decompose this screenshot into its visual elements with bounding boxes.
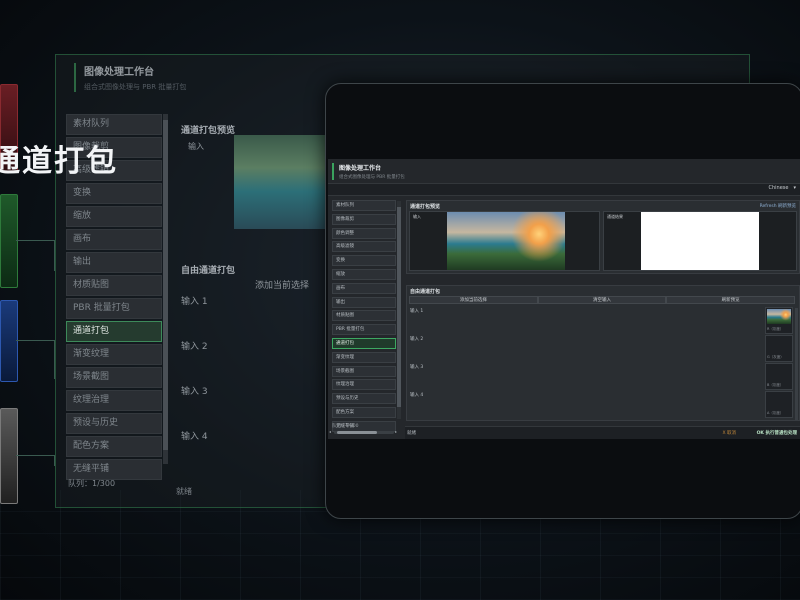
run-button[interactable]: OK 执行普通包处理 (757, 430, 797, 436)
input-3-slot[interactable]: B（灰度） (765, 363, 793, 390)
input-pane-label: 输入 (413, 214, 421, 219)
background-sidebar-item: 配色方案 (66, 436, 162, 457)
background-input-label: 输入 (188, 142, 204, 151)
refresh-button[interactable]: 刷新预览 (666, 296, 796, 304)
background-sidebar-item: 通道打包 (66, 321, 162, 342)
background-preview-image (234, 135, 328, 229)
background-preview-title: 通道打包预览 (181, 126, 236, 136)
background-status: 就绪 (176, 487, 192, 496)
background-sidebar-item: 预设与历史 (66, 413, 162, 434)
app-title: 图像处理工作台 (339, 165, 382, 172)
sidebar-item[interactable]: 高级滤镜 (332, 241, 396, 253)
background-sidebar-item: 材质贴图 (66, 275, 162, 296)
app-header: 图像处理工作台 组合式图像处理与 PBR 批量打包 (332, 163, 405, 180)
background-sidebar-item: 无缝平铺 (66, 459, 162, 480)
background-sidebar-item: 画布 (66, 229, 162, 250)
background-sidebar-item: 素材队列 (66, 114, 162, 135)
sidebar-item[interactable]: 纹理治理 (332, 379, 396, 391)
background-sidebar-item: 缩放 (66, 206, 162, 227)
custom-pack-title: 自由通道打包 (410, 289, 441, 295)
background-sidebar-item: 纹理治理 (66, 390, 162, 411)
sidebar-item[interactable]: 场景截图 (332, 365, 396, 377)
sidebar-item[interactable]: 图像裁剪 (332, 213, 396, 225)
sidebar-item[interactable]: PBR 批量打包 (332, 324, 396, 336)
background-window-subtitle: 组合式图像处理与 PBR 批量打包 (84, 83, 187, 91)
input-2-label: 输入 2 (410, 337, 424, 342)
background-sidebar-scrollbar (163, 114, 168, 464)
input-4-caption: A（灰度） (767, 411, 784, 415)
connector-line (16, 340, 55, 379)
background-input-4: 输入 4 (181, 432, 208, 442)
app-window: 图像处理工作台 组合式图像处理与 PBR 批量打包 Chinese ▾ 素材队列图… (328, 159, 800, 439)
background-window-header: 图像处理工作台 组合式图像处理与 PBR 批量打包 (74, 63, 186, 92)
sidebar-item[interactable]: 素材队列 (332, 200, 396, 211)
app-subtitle: 组合式图像处理与 PBR 批量打包 (339, 175, 405, 180)
connector-line (16, 240, 55, 271)
input-preview-image (447, 212, 565, 270)
language-bar: Chinese ▾ (328, 183, 800, 196)
background-input-2: 输入 2 (181, 342, 208, 352)
status-bar: 就绪 X 取消 OK 执行普通包处理 (405, 426, 800, 439)
sidebar-item[interactable]: 变换 (332, 255, 396, 267)
input-1-caption: R（灰度） (767, 327, 784, 331)
custom-pack-toolbar: 添加当前选择 清空输入 刷新预览 (409, 296, 796, 304)
background-input-3: 输入 3 (181, 387, 208, 397)
input-1-label: 输入 1 (410, 309, 424, 314)
sidebar-item[interactable]: 输出 (332, 296, 396, 308)
background-sidebar-item: 场景截图 (66, 367, 162, 388)
background-custom-title: 自由通道打包 (181, 266, 236, 276)
background-sidebar-item: 变换 (66, 183, 162, 204)
background-sidebar-item: PBR 批量打包 (66, 298, 162, 319)
input-3-caption: B（灰度） (767, 383, 784, 387)
sidebar-item[interactable]: 材质贴图 (332, 310, 396, 322)
add-selection-button[interactable]: 添加当前选择 (409, 296, 538, 304)
inputs-scrollbar[interactable] (795, 308, 798, 420)
input-pane: 输入 (409, 211, 600, 271)
background-sidebar-item: 渐变纹理 (66, 344, 162, 365)
result-pane-label: 通道结果 (607, 214, 623, 219)
chevron-down-icon: ▾ (793, 185, 796, 191)
horizontal-scrollbar[interactable] (334, 431, 394, 434)
background-queue-label: 队列：1/300 (68, 479, 116, 488)
result-preview-image (641, 212, 759, 270)
input-2-caption: G（灰度） (767, 355, 784, 359)
status-text: 就绪 (407, 431, 416, 436)
preview-title: 通道打包预览 (410, 204, 441, 210)
sidebar-scrollbar[interactable] (397, 201, 401, 419)
preview-panel: 通道打包预览 Refresh 刷新预览 输入 通道结果 (406, 200, 800, 274)
result-pane: 通道结果 (603, 211, 797, 271)
background-sidebar-item: 输出 (66, 252, 162, 273)
cancel-button[interactable]: X 取消 (722, 430, 736, 436)
refresh-preview-button[interactable]: Refresh 刷新预览 (760, 203, 796, 209)
sidebar-item[interactable]: 画布 (332, 282, 396, 294)
sidebar-item[interactable]: 配色方案 (332, 406, 396, 418)
scroll-right-icon[interactable]: ▸ (395, 429, 397, 434)
input-1-thumbnail (767, 309, 791, 324)
custom-pack-panel: 自由通道打包 添加当前选择 清空输入 刷新预览 输入 1 输入 2 输入 3 输… (406, 285, 800, 421)
scroll-left-icon[interactable]: ◂ (329, 429, 331, 434)
clear-inputs-button[interactable]: 清空输入 (537, 296, 667, 304)
queue-label: 队列：1/300 (332, 424, 359, 429)
input-2-slot[interactable]: G（灰度） (765, 335, 793, 362)
input-1-slot[interactable]: R（灰度） (765, 307, 793, 334)
sidebar-item[interactable]: 渐变纹理 (332, 351, 396, 363)
sidebar: 素材队列图像裁剪颜色调整高级滤镜变换 缩放画布输出材质贴图 PBR 批量打包 通道打包… (332, 200, 396, 435)
language-select-value: Chinese (768, 185, 789, 191)
background-add-label: 添加当前选择 (255, 281, 310, 291)
input-4-label: 输入 4 (410, 393, 424, 398)
background-input-1: 输入 1 (181, 297, 208, 307)
sidebar-item[interactable]: 颜色调整 (332, 227, 396, 239)
background-window-title: 图像处理工作台 (84, 67, 154, 78)
sidebar-item[interactable]: 预设与历史 (332, 393, 396, 405)
sidebar-item[interactable]: 通道打包 (332, 337, 396, 349)
language-select[interactable]: Chinese ▾ (769, 185, 797, 191)
connector-line (16, 455, 55, 466)
input-3-label: 输入 3 (410, 365, 424, 370)
hero-title: 通道打包 (0, 144, 118, 179)
input-4-slot[interactable]: A（灰度） (765, 391, 793, 418)
sidebar-item[interactable]: 缩放 (332, 268, 396, 280)
